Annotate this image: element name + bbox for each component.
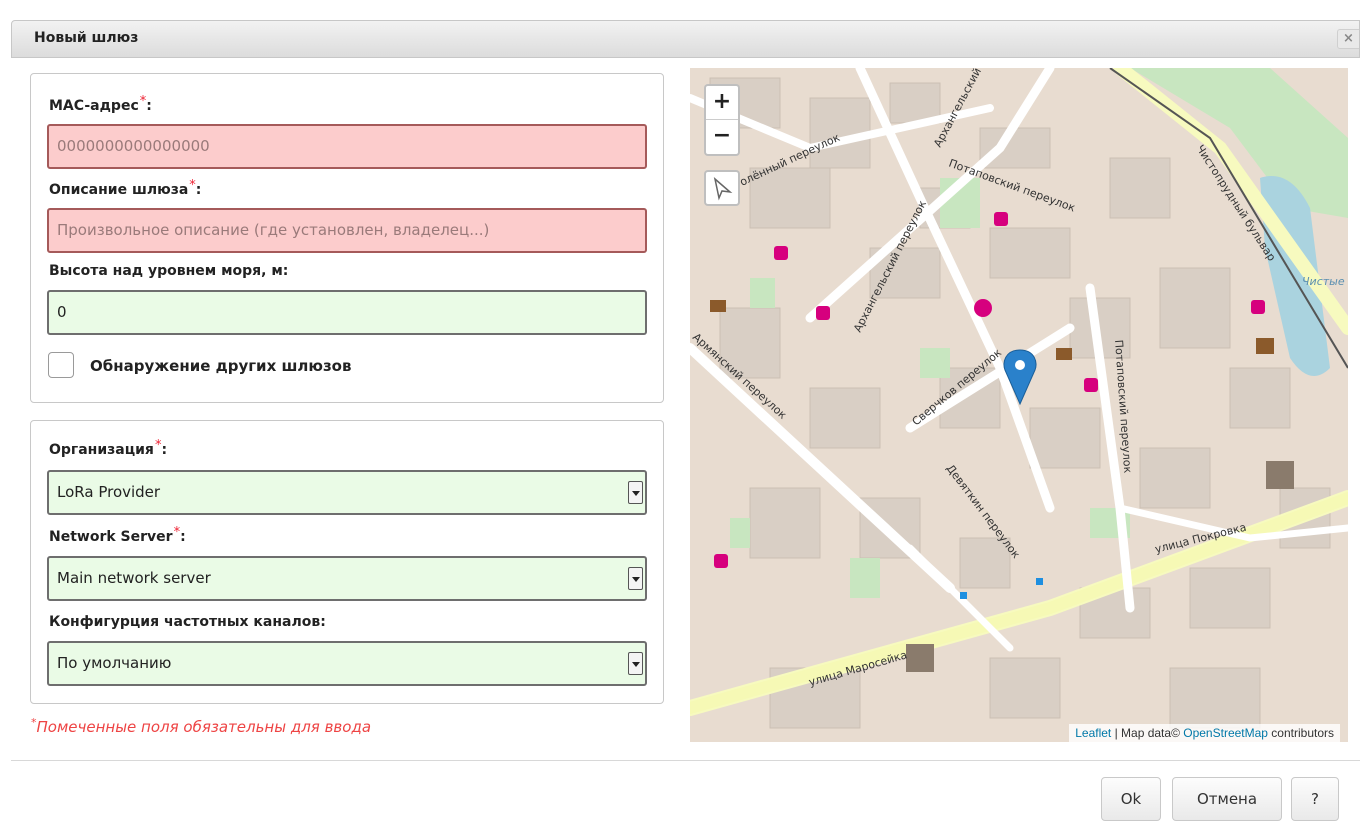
description-placeholder: Произвольное описание (где установлен, в… <box>57 221 490 239</box>
map-tiles: Потаповский переулок Архангельский переу… <box>690 68 1348 742</box>
altitude-label: Высота над уровнем моря, м: <box>49 263 289 279</box>
mac-placeholder: 0000000000000000 <box>57 137 210 155</box>
description-label-text: Описание шлюза <box>49 182 189 198</box>
network-server-label-colon: : <box>180 529 186 545</box>
dropdown-arrow-icon[interactable] <box>628 481 643 504</box>
organization-label-text: Организация <box>49 442 154 458</box>
footer-divider <box>11 760 1360 761</box>
attribution-contributors: contributors <box>1267 726 1334 740</box>
network-server-label: Network Server*: <box>49 525 186 545</box>
leaflet-link[interactable]: Leaflet <box>1075 726 1111 740</box>
organization-selected: LoRa Provider <box>57 483 161 501</box>
ok-button[interactable]: Ok <box>1101 777 1161 821</box>
footnote-star: * <box>31 716 37 729</box>
discovery-label[interactable]: Обнаружение других шлюзов <box>90 357 351 375</box>
altitude-input[interactable]: 0 <box>47 290 647 335</box>
locate-button[interactable] <box>704 170 740 206</box>
required-footnote: *Помеченные поля обязательны для ввода <box>31 716 372 736</box>
dialog-titlebar: Новый шлюз × <box>11 20 1360 58</box>
discovery-checkbox[interactable] <box>48 352 74 378</box>
required-mark: * <box>173 525 181 540</box>
pond-label: Чистые пруды <box>1302 275 1348 288</box>
organization-label: Организация*: <box>49 438 168 458</box>
required-mark: * <box>189 178 196 193</box>
network-server-label-text: Network Server <box>49 529 173 545</box>
help-button[interactable]: ? <box>1291 777 1339 821</box>
dialog-title: Новый шлюз <box>34 30 139 46</box>
zoom-in-button[interactable]: + <box>706 86 738 120</box>
mac-label-text: MAC-адрес <box>49 98 139 114</box>
dropdown-arrow-icon[interactable] <box>628 567 643 590</box>
description-label-colon: : <box>195 182 202 198</box>
required-mark: * <box>139 94 147 109</box>
zoom-control: + − <box>704 84 740 156</box>
mac-label-colon: : <box>146 98 152 114</box>
channel-config-selected: По умолчанию <box>57 654 172 672</box>
zoom-out-button[interactable]: − <box>706 120 738 154</box>
altitude-value: 0 <box>57 303 67 321</box>
description-label: Описание шлюза*: <box>49 178 202 198</box>
network-panel: Организация*: LoRa Provider Network Serv… <box>30 420 664 704</box>
attribution-separator: | Map data© <box>1111 726 1184 740</box>
channel-config-select[interactable]: По умолчанию <box>47 641 647 686</box>
mac-input[interactable]: 0000000000000000 <box>47 124 647 169</box>
osm-link[interactable]: OpenStreetMap <box>1183 726 1268 740</box>
organization-label-colon: : <box>161 442 168 458</box>
footnote-text: Помеченные поля обязательны для ввода <box>36 718 372 736</box>
close-icon[interactable]: × <box>1337 29 1359 49</box>
map-attribution: Leaflet | Map data© OpenStreetMap contri… <box>1069 724 1340 742</box>
required-mark: * <box>154 438 162 453</box>
organization-select[interactable]: LoRa Provider <box>47 470 647 515</box>
description-input[interactable]: Произвольное описание (где установлен, в… <box>47 208 647 253</box>
map[interactable]: Потаповский переулок Архангельский переу… <box>690 68 1348 742</box>
network-server-selected: Main network server <box>57 569 211 587</box>
dropdown-arrow-icon[interactable] <box>628 652 643 675</box>
gateway-info-panel: MAC-адрес*: 0000000000000000 Описание шл… <box>30 73 664 403</box>
cursor-arrow-icon <box>713 176 733 201</box>
network-server-select[interactable]: Main network server <box>47 556 647 601</box>
mac-label: MAC-адрес*: <box>49 94 152 114</box>
cancel-button[interactable]: Отмена <box>1172 777 1282 821</box>
channel-config-label: Конфигурция частотных каналов: <box>49 614 326 630</box>
